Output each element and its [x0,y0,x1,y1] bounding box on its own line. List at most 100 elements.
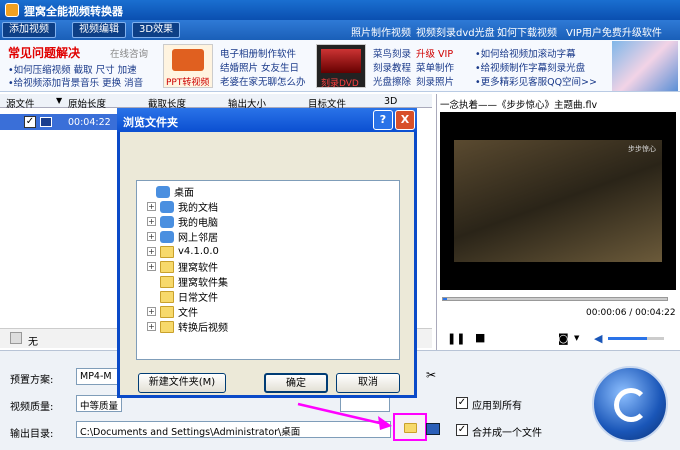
my-computer-icon [160,215,174,228]
preset-select[interactable]: MP4-M [76,368,122,385]
my-documents-icon [160,200,174,213]
faq-link-music[interactable]: •给视频添加背景音乐 更换 消音 [8,75,143,89]
tree-node[interactable]: + 狸窝软件 [141,259,399,274]
ad-burn-photos[interactable]: 刻录照片 [416,74,454,88]
ad-scroll-subtitle[interactable]: •如何给视频加滚动字幕 [475,46,576,60]
tree-node-label: 转换后视频 [178,323,228,334]
quality-select[interactable]: 中等质量 [76,395,122,412]
subtitle-select[interactable]: 无 [28,333,38,348]
ad-newbie-burn[interactable]: 菜鸟刻录 [373,46,411,60]
stop-icon[interactable]: ■ [475,331,485,344]
dialog-title-bar[interactable]: 浏览文件夹 ? X [117,108,417,132]
folder-icon [404,423,417,433]
tab-3d-effect[interactable]: 3D效果 [132,22,181,38]
link-dvd-burn[interactable]: 视频刻录dvd光盘 [416,24,495,39]
row-checkbox[interactable]: ✓ [24,116,36,128]
seek-fill [443,298,448,300]
ad-upgrade-vip[interactable]: 升级 VIP [416,46,453,60]
new-folder-button[interactable]: 新建文件夹(M) [138,373,226,393]
faq-link-compress[interactable]: •如何压缩视频 截取 尺寸 加速 [8,62,137,76]
folder-tree[interactable]: 桌面 + 我的文档 + 我的电脑 + 网上邻居 + v4.1.0.0 + 狸窝软件 狸窝软件集 日常文件… [136,180,400,360]
folder-icon [160,305,174,318]
dvd-thumbnail [321,49,361,73]
tree-node[interactable]: + 转换后视频 [141,319,399,334]
expand-toggle-icon[interactable]: + [147,247,156,256]
dialog-close-button[interactable]: X [395,110,415,130]
link-photo-video[interactable]: 照片制作视频 [351,24,411,39]
tools-icon[interactable]: ✂ [426,368,436,382]
expand-toggle-icon[interactable]: + [147,217,156,226]
ad-more-qq[interactable]: •更多精彩见客服QQ空间>> [475,74,597,88]
volume-icon[interactable]: ◀ [594,332,602,345]
dvd-banner[interactable]: 刻录DVD [316,44,366,89]
dialog-title: 浏览文件夹 [123,116,178,129]
camera-icon[interactable]: ◙ [558,332,569,345]
volume-slider[interactable] [608,337,664,340]
ad-menu-make[interactable]: 菜单制作 [416,60,454,74]
ad-subtitle-burn[interactable]: •给视频制作字幕刻录光盘 [475,60,585,74]
dialog-help-button[interactable]: ? [373,110,393,130]
ad-disc-erase[interactable]: 光盘擦除 [373,74,411,88]
sort-arrow-icon: ▼ [56,96,63,105]
expand-toggle-icon[interactable]: + [147,232,156,241]
seek-bar[interactable] [442,297,668,301]
tree-node[interactable]: + 我的电脑 [141,214,399,229]
menu-bar: 添加视频 视频编辑 3D效果 照片制作视频 视频刻录dvd光盘 如何下载视频 V… [0,20,680,40]
camera-dropdown-icon[interactable]: ▼ [574,334,579,342]
folder-icon [160,260,174,273]
tree-node[interactable]: + 文件 [141,304,399,319]
preview-title: 一念执着——《步步惊心》主题曲.flv [440,100,598,111]
merge-label: 合并成一个文件 [472,428,542,439]
tree-node[interactable]: 桌面 [141,184,399,199]
network-icon [160,230,174,243]
expand-toggle-icon[interactable]: + [147,307,156,316]
pause-icon[interactable]: ❚❚ [447,332,465,345]
ad-wife-bored[interactable]: 老婆在家无聊怎么办 [220,74,306,88]
expand-toggle-icon[interactable]: + [147,322,156,331]
tree-node[interactable]: + 网上邻居 [141,229,399,244]
folder-icon [160,320,174,333]
open-output-folder-icon[interactable] [426,423,440,435]
tree-node[interactable]: 日常文件 [141,289,399,304]
ppt-banner[interactable]: PPT转视频 [163,44,213,88]
browse-folder-button[interactable] [393,413,427,441]
tree-node[interactable]: + v4.1.0.0 [141,244,399,259]
apply-all-checkbox[interactable]: ✓ [456,397,468,409]
convert-icon [614,388,648,422]
ad-wedding-photo[interactable]: 结婚照片 女友生日 [220,60,299,74]
apply-all-label: 应用到所有 [472,401,522,412]
convert-button[interactable] [592,366,668,442]
col-3d[interactable]: 3D [384,96,397,107]
tree-node-label: 文件 [178,308,198,319]
tree-node[interactable]: 狸窝软件集 [141,274,399,289]
ok-button[interactable]: 确定 [264,373,328,393]
app-title: 狸窝全能视频转换器 [24,5,123,18]
link-vip-upgrade[interactable]: VIP用户免费升级软件 [566,24,662,39]
ad-burn-tutorial[interactable]: 刻录教程 [373,60,411,74]
online-consult-link[interactable]: 在线咨询 [110,46,148,60]
expand-toggle-icon[interactable]: + [147,262,156,271]
ppt-label: PPT转视频 [166,78,210,88]
link-download-video[interactable]: 如何下载视频 [497,24,557,39]
subtitle-icon [10,332,22,344]
merge-checkbox[interactable]: ✓ [456,424,468,436]
tab-video-edit[interactable]: 视频编辑 [72,22,126,38]
tree-node-label: 我的文档 [178,203,218,214]
volume-fill [608,337,648,340]
folder-icon [160,290,174,303]
tree-node-label: 桌面 [174,188,194,199]
tree-node-label: 狸窝软件集 [178,278,228,289]
tree-node-label: 狸窝软件 [178,263,218,274]
col-original-length[interactable]: 原始长度 [68,96,106,110]
app-logo-icon [5,3,19,17]
tree-node[interactable]: + 我的文档 [141,199,399,214]
cancel-button[interactable]: 取消 [336,373,400,393]
character-avatar [612,41,678,91]
video-preview[interactable]: 步步惊心 [440,112,676,290]
tab-add-video[interactable]: 添加视频 [2,22,56,38]
expand-toggle-icon[interactable]: + [147,202,156,211]
ad-album-software[interactable]: 电子相册制作软件 [220,46,296,60]
video-file-icon [40,117,52,127]
col-source-file[interactable]: 源文件 [6,96,35,110]
folder-icon [160,245,174,258]
